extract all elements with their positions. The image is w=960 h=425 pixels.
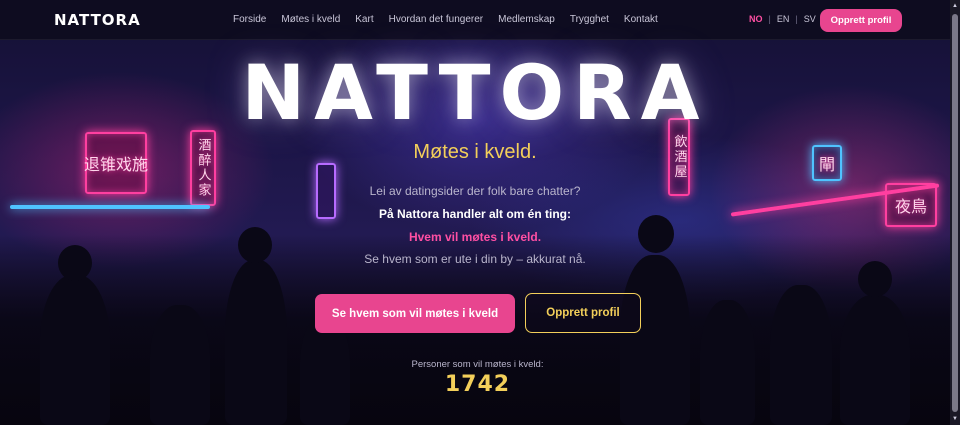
nav-link-hvordan-det-fungerer[interactable]: Hvordan det fungerer (389, 14, 484, 25)
hero-title: NATTORA (241, 48, 709, 137)
language-separator: | (768, 14, 771, 24)
triangle-up-icon[interactable]: ▲ (951, 2, 959, 10)
language-sv[interactable]: SV (804, 14, 816, 24)
nav-link-motes-i-kveld[interactable]: Møtes i kveld (281, 14, 340, 25)
see-who-wants-to-meet-button[interactable]: Se hvem som vil møtes i kveld (315, 294, 515, 333)
language-no[interactable]: NO (749, 14, 763, 24)
triangle-down-icon[interactable]: ▼ (951, 415, 959, 423)
hero-text-line-4: Se hvem som er ute i din by – akkurat nå… (364, 252, 586, 266)
nav-link-forside[interactable]: Forside (233, 14, 266, 25)
nav-link-trygghet[interactable]: Trygghet (570, 14, 609, 25)
top-navigation: NATTORA Forside Møtes i kveld Kart Hvord… (0, 0, 950, 40)
page: 退锥戏施 酒醉人家 飲酒屋 閘 夜鳥 NATTORA Forside Møtes… (0, 0, 960, 425)
nav-link-kontakt[interactable]: Kontakt (624, 14, 658, 25)
hero-text-line-1: Lei av datingsider der folk bare chatter… (369, 184, 581, 198)
nav-create-profile-button[interactable]: Opprett profil (820, 9, 902, 32)
create-profile-button[interactable]: Opprett profil (525, 293, 641, 333)
hero-subtitle: Møtes i kveld. (413, 141, 537, 163)
people-counter: 1742 (444, 372, 511, 397)
scrollbar[interactable]: ▲ ▼ (950, 0, 960, 425)
language-separator: | (795, 14, 798, 24)
hero-text-line-2: På Nattora handler alt om én ting: (378, 207, 572, 221)
main-menu: Forside Møtes i kveld Kart Hvordan det f… (233, 14, 658, 25)
language-en[interactable]: EN (777, 14, 790, 24)
nav-link-medlemskap[interactable]: Medlemskap (498, 14, 555, 25)
hero-text-line-3: Hvem vil møtes i kveld. (408, 230, 542, 244)
nav-link-kart[interactable]: Kart (355, 14, 373, 25)
logo[interactable]: NATTORA (54, 11, 141, 29)
language-switcher: NO | EN | SV (749, 14, 816, 24)
scroll-thumb[interactable] (952, 14, 958, 412)
counter-label: Personer som vil møtes i kveld: (411, 359, 544, 370)
